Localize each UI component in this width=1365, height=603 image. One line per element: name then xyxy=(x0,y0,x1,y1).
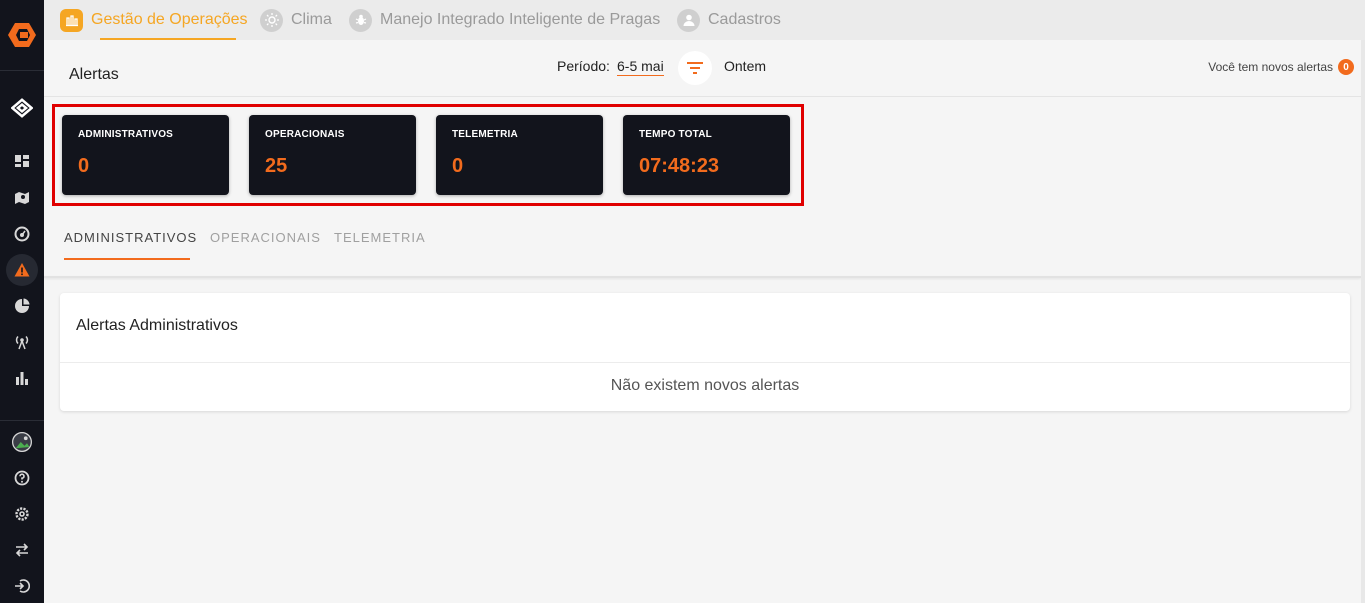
nav-label: Clima xyxy=(291,11,332,28)
periodo-label: Período: xyxy=(557,58,610,74)
settings-icon[interactable] xyxy=(6,498,38,530)
nav-label: Cadastros xyxy=(708,11,781,28)
filter-button[interactable] xyxy=(678,51,712,85)
swap-icon[interactable] xyxy=(6,534,38,566)
alerts-panel: Alertas Administrativos Não existem novo… xyxy=(60,293,1350,411)
sidebar-divider xyxy=(0,70,44,71)
card-value: 25 xyxy=(265,155,288,177)
panel-title: Alertas Administrativos xyxy=(76,317,238,334)
card-label: TEMPO TOTAL xyxy=(639,129,712,140)
card-value: 0 xyxy=(78,155,90,177)
card-operacionais[interactable]: OPERACIONAIS 25 xyxy=(249,115,416,195)
map-icon[interactable] xyxy=(6,182,38,214)
nav-label: Gestão de Operações xyxy=(91,11,248,28)
logout-icon[interactable] xyxy=(6,570,38,602)
card-label: ADMINISTRATIVOS xyxy=(78,129,174,140)
period-shortcut-ontem[interactable]: Ontem xyxy=(724,58,766,74)
card-administrativos[interactable]: ADMINISTRATIVOS 0 xyxy=(62,115,229,195)
bar-chart-icon[interactable] xyxy=(6,362,38,394)
sidebar xyxy=(0,0,44,603)
diamond-logo-icon[interactable] xyxy=(6,92,38,124)
card-value: 0 xyxy=(452,155,464,177)
tab-active-indicator xyxy=(64,258,190,260)
periodo-date-picker[interactable]: 6-5 mai xyxy=(617,58,664,76)
bug-icon xyxy=(349,8,372,32)
tab-administrativos[interactable]: ADMINISTRATIVOS xyxy=(64,230,197,245)
operations-icon xyxy=(60,8,83,32)
antenna-icon[interactable] xyxy=(6,326,38,358)
filter-icon xyxy=(687,62,703,74)
sidebar-divider xyxy=(0,420,44,421)
sun-icon xyxy=(260,8,283,32)
brand-logo[interactable] xyxy=(6,21,38,49)
card-telemetria[interactable]: TELEMETRIA 0 xyxy=(436,115,603,195)
warning-icon[interactable] xyxy=(6,254,38,286)
top-nav: Gestão de Operações Clima Manejo Integra… xyxy=(44,0,1365,40)
tab-operacionais[interactable]: OPERACIONAIS xyxy=(210,230,321,245)
nav-label: Manejo Integrado Inteligente de Pragas xyxy=(380,11,661,28)
dashboard-icon[interactable] xyxy=(6,145,38,177)
nav-cadastros[interactable]: Cadastros xyxy=(677,8,781,32)
help-icon[interactable] xyxy=(6,462,38,494)
page-title: Alertas xyxy=(69,66,119,83)
gauge-icon[interactable] xyxy=(6,218,38,250)
scrollbar[interactable] xyxy=(1361,40,1365,603)
card-tempo-total[interactable]: TEMPO TOTAL 07:48:23 xyxy=(623,115,790,195)
tab-telemetria[interactable]: TELEMETRIA xyxy=(334,230,426,245)
page-header: Alertas Período: 6-5 mai Ontem Você tem … xyxy=(44,40,1361,97)
card-label: OPERACIONAIS xyxy=(265,129,345,140)
nav-clima[interactable]: Clima xyxy=(260,8,332,32)
card-value: 07:48:23 xyxy=(639,155,720,177)
user-icon xyxy=(677,8,700,32)
avatar-icon[interactable] xyxy=(6,426,38,458)
pie-chart-icon[interactable] xyxy=(6,290,38,322)
panel-divider xyxy=(60,362,1350,363)
card-label: TELEMETRIA xyxy=(452,129,518,140)
nav-gestao-de-operacoes[interactable]: Gestão de Operações xyxy=(60,8,248,32)
nav-manejo-pragas[interactable]: Manejo Integrado Inteligente de Pragas xyxy=(349,8,660,32)
new-alerts-note: Você tem novos alertas xyxy=(1208,60,1333,74)
new-alerts-badge[interactable]: 0 xyxy=(1338,59,1354,75)
empty-state-message: Não existem novos alertas xyxy=(610,377,800,394)
tabs-divider xyxy=(44,276,1361,278)
